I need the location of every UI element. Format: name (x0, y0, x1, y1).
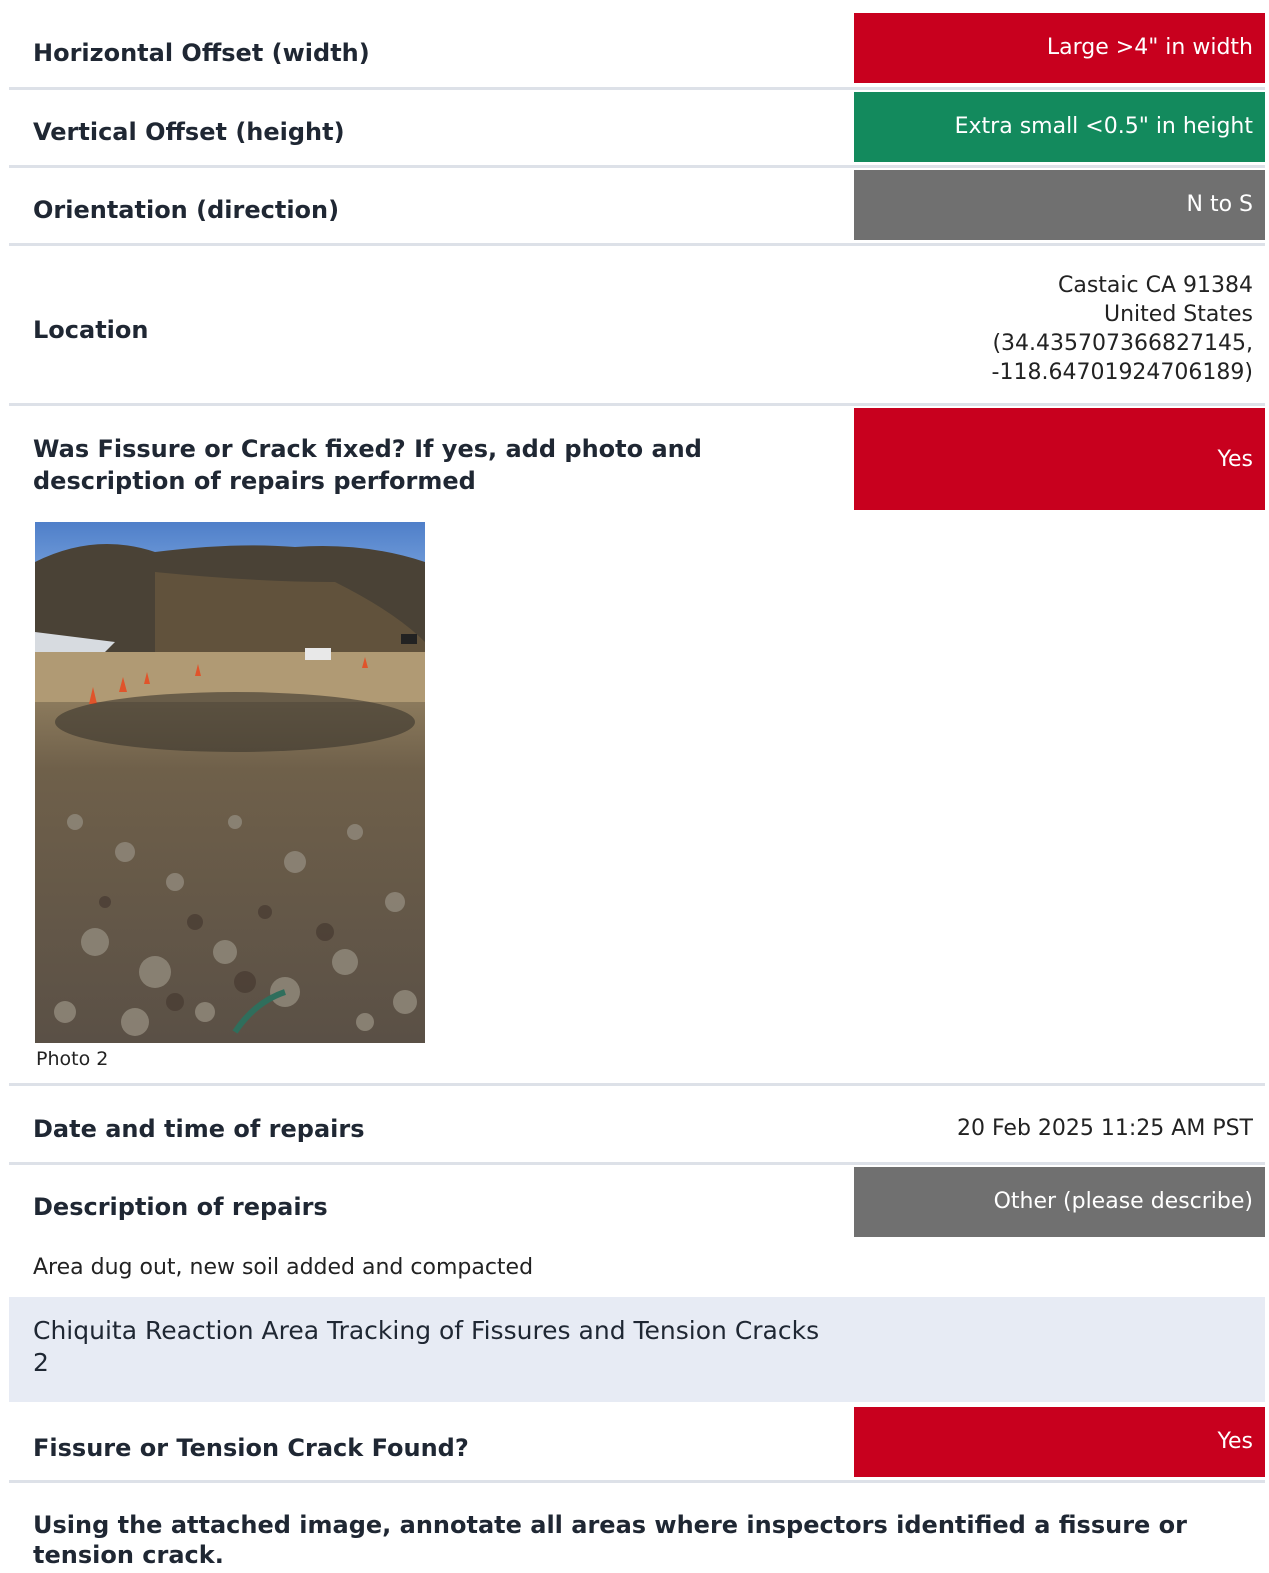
location-line: Castaic CA 91384 (1057, 273, 1253, 298)
photo-caption: Photo 2 (36, 1048, 109, 1070)
status-badge: Yes (854, 1407, 1265, 1477)
field-orientation: Orientation (direction) N to S (9, 170, 1265, 242)
status-badge: Other (please describe) (854, 1167, 1265, 1237)
field-vertical-offset: Vertical Offset (height) Extra small <0.… (9, 92, 1265, 164)
location-line: -118.64701924706189) (991, 360, 1253, 385)
field-label: Date and time of repairs (33, 1115, 365, 1143)
section-title: Chiquita Reaction Area Tracking of Fissu… (33, 1316, 820, 1377)
field-location: Location Castaic CA 91384 United States … (9, 248, 1265, 403)
field-label: Location (33, 316, 149, 344)
divider (9, 1162, 1265, 1165)
field-repair-datetime: Date and time of repairs 20 Feb 2025 11:… (9, 1088, 1265, 1160)
field-label: Orientation (direction) (33, 196, 340, 224)
divider (9, 87, 1265, 90)
datetime-value: 20 Feb 2025 11:25 AM PST (956, 1116, 1253, 1141)
repair-description-text: Area dug out, new soil added and compact… (33, 1255, 534, 1280)
status-badge: Yes (854, 408, 1265, 510)
status-badge: N to S (854, 170, 1265, 240)
repair-photo (35, 522, 425, 1043)
annotate-prompt: Using the attached image, annotate all a… (33, 1511, 1187, 1569)
divider (9, 165, 1265, 168)
field-label: Horizontal Offset (width) (33, 39, 370, 67)
field-repair-description: Description of repairs Other (please des… (9, 1167, 1265, 1239)
field-label: Fissure or Tension Crack Found? (33, 1434, 469, 1462)
section-header: Chiquita Reaction Area Tracking of Fissu… (9, 1297, 1265, 1402)
location-line: (34.435707366827145, (992, 331, 1253, 356)
location-line: United States (1104, 302, 1253, 327)
status-badge: Extra small <0.5" in height (854, 92, 1265, 162)
field-horizontal-offset: Horizontal Offset (width) Large >4" in w… (9, 13, 1265, 85)
field-fixed: Was Fissure or Crack fixed? If yes, add … (9, 408, 1265, 510)
divider (9, 1480, 1265, 1483)
field-fissure-found: Fissure or Tension Crack Found? Yes (9, 1407, 1265, 1479)
divider (9, 403, 1265, 406)
status-badge: Large >4" in width (854, 13, 1265, 83)
location-value: Castaic CA 91384 United States (34.43570… (992, 271, 1253, 387)
field-label: Was Fissure or Crack fixed? If yes, add … (33, 435, 702, 495)
divider (9, 1083, 1265, 1086)
field-label: Description of repairs (33, 1193, 328, 1221)
field-label: Vertical Offset (height) (33, 118, 345, 146)
divider (9, 243, 1265, 246)
